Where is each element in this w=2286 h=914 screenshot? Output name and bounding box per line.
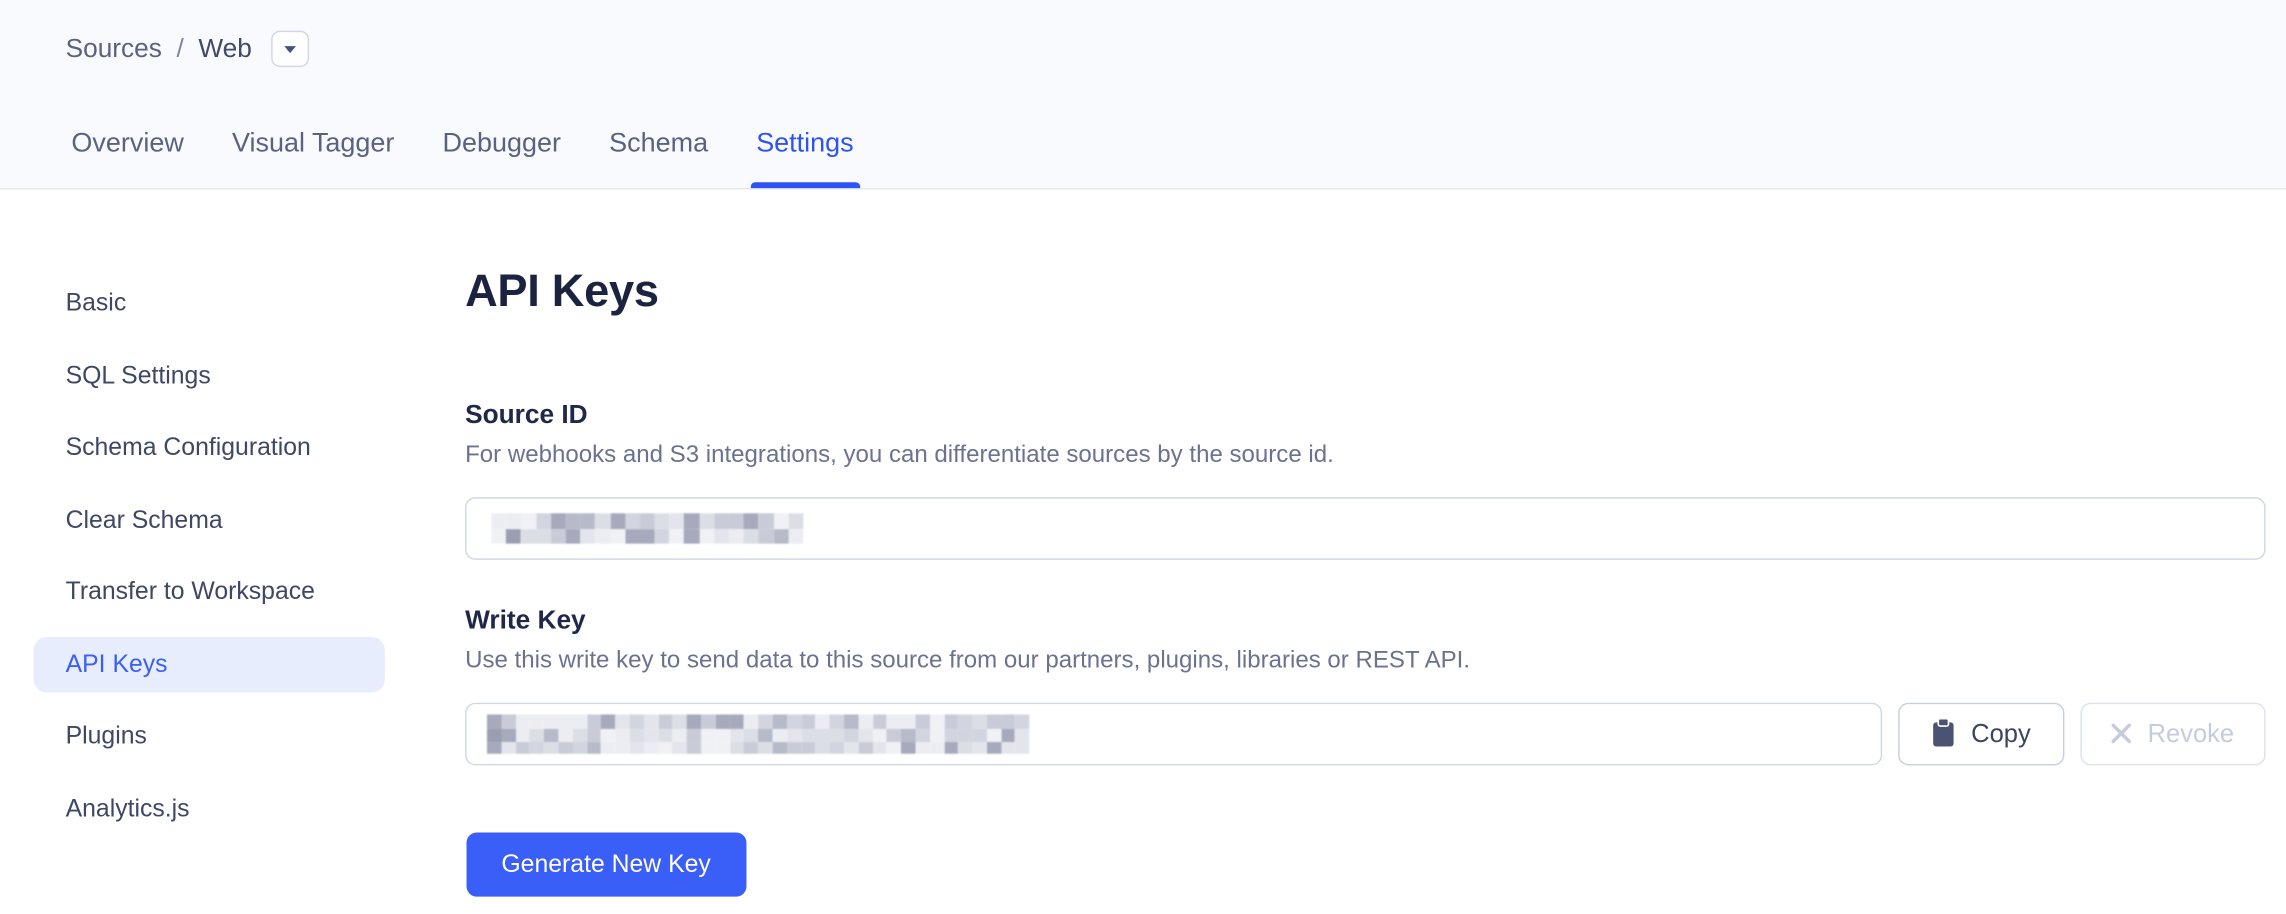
tab-bar: Overview Visual Tagger Debugger Schema Setti…	[71, 127, 853, 188]
breadcrumb-separator: /	[176, 34, 183, 65]
header: Sources / Web	[0, 0, 2286, 190]
sidebar-item-analytics-js[interactable]: Analytics.js	[34, 781, 385, 836]
write-key-redacted-value	[487, 714, 1031, 753]
source-id-redacted-value	[491, 513, 818, 544]
tab-debugger[interactable]: Debugger	[443, 127, 561, 188]
copy-write-key-button[interactable]: Copy	[1898, 702, 2064, 765]
sidebar-item-schema-configuration[interactable]: Schema Configuration	[34, 420, 385, 475]
tab-schema[interactable]: Schema	[609, 127, 708, 188]
source-id-description: For webhooks and S3 integrations, you ca…	[465, 442, 1334, 470]
sidebar-item-plugins[interactable]: Plugins	[34, 709, 385, 764]
clipboard-icon	[1932, 719, 1955, 748]
sidebar-item-clear-schema[interactable]: Clear Schema	[34, 492, 385, 547]
write-key-description: Use this write key to send data to this …	[465, 647, 1470, 675]
page: Sources / Web	[0, 0, 2286, 914]
breadcrumb-current-source: Web	[198, 34, 251, 65]
revoke-write-key-button[interactable]: Revoke	[2080, 702, 2266, 765]
tab-overview[interactable]: Overview	[71, 127, 183, 188]
sidebar-item-sql-settings[interactable]: SQL Settings	[34, 348, 385, 403]
source-id-input[interactable]	[465, 497, 2266, 560]
generate-button-label: Generate New Key	[501, 849, 710, 878]
revoke-button-label: Revoke	[2148, 718, 2235, 749]
sidebar-item-transfer-to-workspace[interactable]: Transfer to Workspace	[34, 564, 385, 619]
generate-new-key-button[interactable]: Generate New Key	[466, 832, 747, 896]
sidebar-item-basic[interactable]: Basic	[34, 276, 385, 331]
settings-sidebar: Basic SQL Settings Schema Configuration Cle…	[34, 276, 385, 853]
tab-settings[interactable]: Settings	[756, 127, 853, 188]
write-key-label: Write Key	[465, 605, 586, 636]
x-icon	[2111, 723, 2131, 743]
source-id-label: Source ID	[465, 399, 588, 430]
copy-button-label: Copy	[1971, 718, 2031, 749]
write-key-input[interactable]	[465, 702, 1882, 765]
source-switcher-button[interactable]	[271, 31, 309, 67]
tab-visual-tagger[interactable]: Visual Tagger	[232, 127, 394, 188]
chevron-down-icon	[284, 45, 296, 52]
breadcrumb-sources-link[interactable]: Sources	[66, 34, 162, 65]
sidebar-item-api-keys[interactable]: API Keys	[34, 636, 385, 691]
breadcrumb: Sources / Web	[66, 29, 309, 68]
page-title: API Keys	[465, 265, 659, 317]
